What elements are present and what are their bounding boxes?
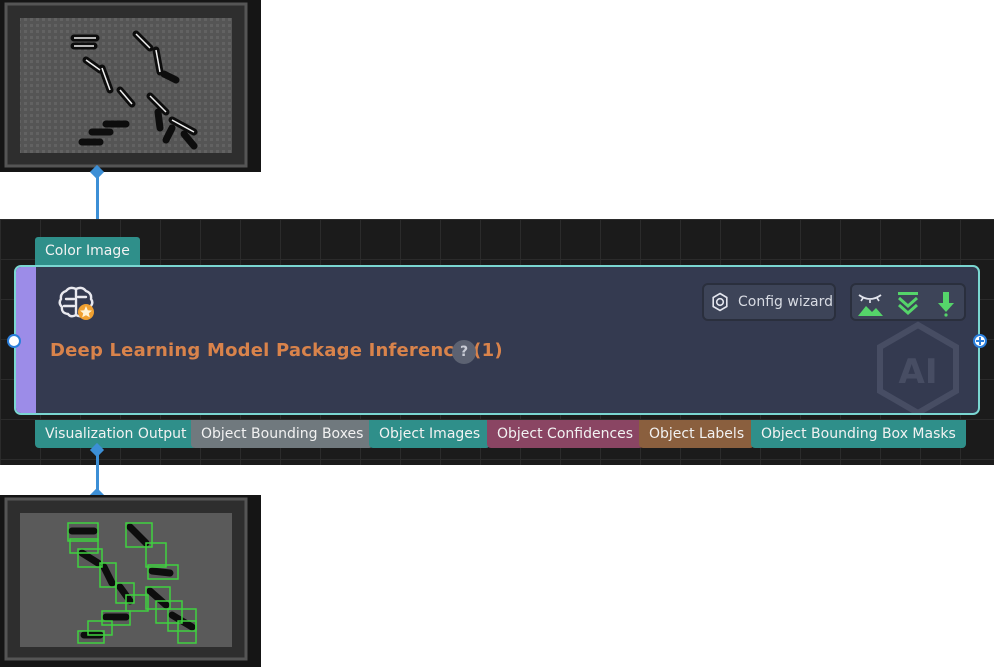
input-color-image xyxy=(0,0,261,172)
node-right-add-port[interactable] xyxy=(973,334,987,348)
collapse-chevrons-icon[interactable] xyxy=(894,289,922,317)
config-wizard-label: Config wizard xyxy=(738,294,834,310)
ai-watermark-icon: AI xyxy=(877,321,959,413)
help-button[interactable]: ? xyxy=(452,340,476,364)
plus-icon xyxy=(976,337,984,345)
input-connector-line xyxy=(96,174,99,222)
gear-icon xyxy=(712,292,728,312)
config-wizard-button[interactable]: Config wizard xyxy=(702,283,836,321)
visualization-output-image xyxy=(0,495,261,667)
input-port-color-image[interactable]: Color Image xyxy=(35,237,140,265)
output-port-object-bounding-box-masks[interactable]: Object Bounding Box Masks xyxy=(751,420,966,448)
node-left-port[interactable] xyxy=(7,334,21,348)
deep-learning-inference-node[interactable]: Deep Learning Model Package Inference (1… xyxy=(14,265,980,415)
node-title: Deep Learning Model Package Inference (1… xyxy=(50,340,503,361)
output-port-object-confidences[interactable]: Object Confidences xyxy=(487,420,644,448)
svg-text:AI: AI xyxy=(899,352,938,392)
output-port-object-images[interactable]: Object Images xyxy=(369,420,491,448)
node-toolbar xyxy=(850,283,966,321)
visualization-eye-icon[interactable] xyxy=(856,289,884,317)
output-port-object-labels[interactable]: Object Labels xyxy=(639,420,755,448)
output-port-object-bounding-boxes[interactable]: Object Bounding Boxes xyxy=(191,420,374,448)
output-port-visualization-output[interactable]: Visualization Output xyxy=(35,420,197,448)
download-arrow-icon[interactable] xyxy=(932,289,960,317)
brain-chip-icon xyxy=(58,286,94,320)
